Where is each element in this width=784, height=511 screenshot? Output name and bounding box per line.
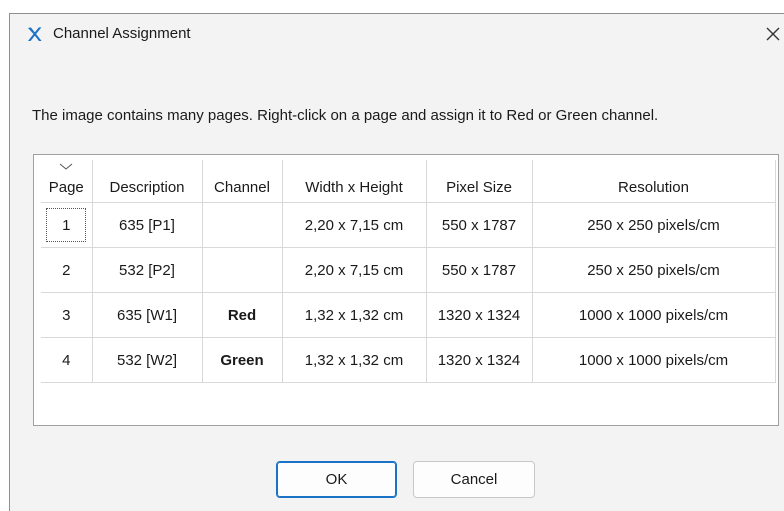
column-header-width-height[interactable]: Width x Height xyxy=(282,160,427,203)
cell-page[interactable]: 1 xyxy=(41,202,93,248)
cell-pixels[interactable]: 550 x 1787 xyxy=(425,202,533,248)
pages-table-panel[interactable]: Page Description Channel Width x Height … xyxy=(33,154,779,426)
sort-chevron-down-icon xyxy=(59,163,73,170)
instruction-text: The image contains many pages. Right-cli… xyxy=(32,107,659,124)
cell-description[interactable]: 635 [W1] xyxy=(91,292,203,338)
cell-page[interactable]: 3 xyxy=(41,292,93,338)
cell-pixels[interactable]: 1320 x 1324 xyxy=(425,292,533,338)
cell-size[interactable]: 1,32 x 1,32 cm xyxy=(281,292,427,338)
cell-size[interactable]: 2,20 x 7,15 cm xyxy=(281,202,427,248)
cell-resolution[interactable]: 1000 x 1000 pixels/cm xyxy=(531,292,776,338)
table-row[interactable]: 1 635 [P1] 2,20 x 7,15 cm 550 x 1787 250… xyxy=(41,202,776,248)
dialog-title: Channel Assignment xyxy=(53,25,191,42)
cell-page[interactable]: 4 xyxy=(41,337,93,383)
table-row[interactable]: 3 635 [W1] Red 1,32 x 1,32 cm 1320 x 132… xyxy=(41,292,776,338)
column-header-resolution[interactable]: Resolution xyxy=(532,160,776,203)
column-header-label: Width x Height xyxy=(305,178,403,196)
table-row[interactable]: 4 532 [W2] Green 1,32 x 1,32 cm 1320 x 1… xyxy=(41,337,776,383)
cell-resolution[interactable]: 250 x 250 pixels/cm xyxy=(531,202,776,248)
cancel-button[interactable]: Cancel xyxy=(413,461,535,498)
cell-page[interactable]: 2 xyxy=(41,247,93,293)
column-header-label: Description xyxy=(109,178,185,196)
column-header-page[interactable]: Page xyxy=(41,160,93,203)
cell-channel[interactable]: Green xyxy=(201,337,283,383)
column-header-pixel-size[interactable]: Pixel Size xyxy=(426,160,533,203)
cell-description[interactable]: 635 [P1] xyxy=(91,202,203,248)
background-strip xyxy=(0,0,784,13)
pages-table: Page Description Channel Width x Height … xyxy=(41,160,776,383)
cell-size[interactable]: 1,32 x 1,32 cm xyxy=(281,337,427,383)
title-bar: Channel Assignment xyxy=(10,14,784,56)
table-row[interactable]: 2 532 [P2] 2,20 x 7,15 cm 550 x 1787 250… xyxy=(41,247,776,293)
column-header-description[interactable]: Description xyxy=(92,160,203,203)
cell-size[interactable]: 2,20 x 7,15 cm xyxy=(281,247,427,293)
ok-button[interactable]: OK xyxy=(276,461,397,498)
column-header-label: Resolution xyxy=(618,178,689,196)
column-header-label: Page xyxy=(48,178,84,196)
cell-resolution[interactable]: 250 x 250 pixels/cm xyxy=(531,247,776,293)
x-logo-icon xyxy=(28,27,42,41)
cell-pixels[interactable]: 1320 x 1324 xyxy=(425,337,533,383)
cell-description[interactable]: 532 [W2] xyxy=(91,337,203,383)
cell-channel[interactable] xyxy=(201,247,283,293)
column-header-channel[interactable]: Channel xyxy=(202,160,283,203)
focused-cell[interactable]: 1 xyxy=(46,208,87,242)
channel-assignment-dialog: Channel Assignment The image contains ma… xyxy=(9,13,784,511)
table-header-row: Page Description Channel Width x Height … xyxy=(41,160,776,203)
cell-channel[interactable]: Red xyxy=(201,292,283,338)
cell-channel[interactable] xyxy=(201,202,283,248)
screen: Channel Assignment The image contains ma… xyxy=(0,0,784,511)
column-header-label: Channel xyxy=(214,178,270,196)
cell-pixels[interactable]: 550 x 1787 xyxy=(425,247,533,293)
column-header-label: Pixel Size xyxy=(446,178,512,196)
cell-resolution[interactable]: 1000 x 1000 pixels/cm xyxy=(531,337,776,383)
cell-description[interactable]: 532 [P2] xyxy=(91,247,203,293)
close-icon[interactable] xyxy=(762,23,784,45)
